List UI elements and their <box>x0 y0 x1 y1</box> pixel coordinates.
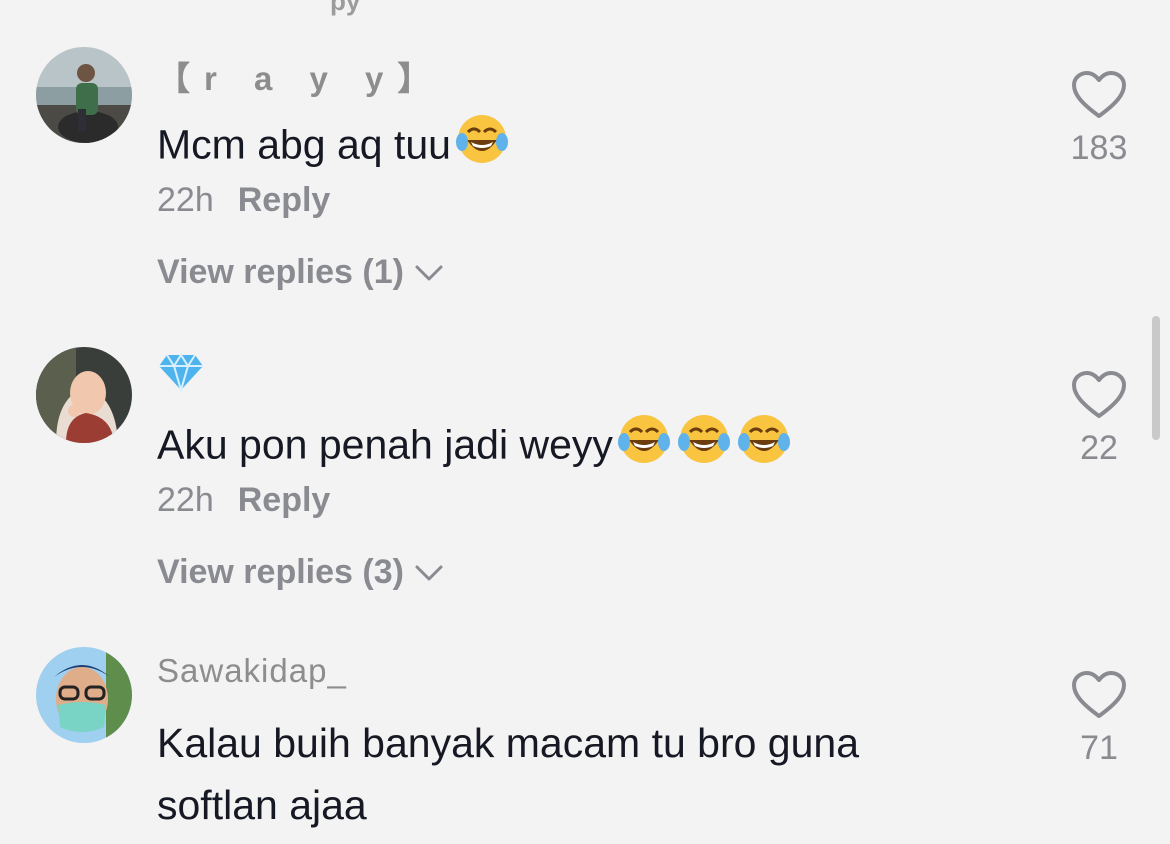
like-count: 71 <box>1080 729 1118 767</box>
comment-item: 【r a y y】 Mcm abg aq tuu 22h Reply View r… <box>0 0 1150 300</box>
avatar[interactable] <box>36 47 132 143</box>
timestamp: 22h <box>157 181 214 219</box>
face-with-tears-of-joy-icon <box>456 115 508 163</box>
comment-item: 💎 Aku pon penah jadi weyy <box>0 300 1150 600</box>
comment-text: Mcm abg aq tuu <box>157 112 957 183</box>
view-replies-button[interactable]: View replies (1) <box>157 253 444 292</box>
heart-outline-icon <box>1072 371 1126 418</box>
avatar-photo <box>36 647 132 743</box>
timestamp: 22h <box>157 481 214 519</box>
like-button[interactable]: 22 <box>1066 370 1132 468</box>
like-count: 22 <box>1080 429 1118 467</box>
face-with-tears-of-joy-icon <box>617 415 790 463</box>
avatar-photo <box>36 347 132 443</box>
comment-text-content: Aku pon penah jadi weyy <box>157 421 613 468</box>
chevron-down-icon <box>415 565 443 580</box>
heart-outline-icon <box>1072 671 1126 718</box>
avatar-photo <box>36 47 132 143</box>
view-replies-button[interactable]: View replies (3) <box>157 553 444 592</box>
view-replies-label: View replies (1) <box>157 253 404 291</box>
view-replies-label: View replies (3) <box>157 553 404 591</box>
comment-text: Aku pon penah jadi weyy <box>157 412 957 483</box>
like-count: 183 <box>1070 129 1128 167</box>
reply-button[interactable]: Reply <box>238 481 331 519</box>
username[interactable]: Sawakidap_ <box>157 652 347 690</box>
chevron-down-icon <box>415 265 443 280</box>
comment-item: Sawakidap_ Kalau buih banyak macam tu br… <box>0 600 1150 844</box>
gem-icon <box>159 353 203 394</box>
username[interactable]: 【r a y y】 <box>157 52 444 100</box>
like-button[interactable]: 71 <box>1066 670 1132 768</box>
avatar[interactable] <box>36 647 132 743</box>
username[interactable]: 💎 <box>157 352 205 400</box>
emoji-group <box>617 412 793 483</box>
reply-button[interactable]: Reply <box>238 181 331 219</box>
emoji-group <box>455 112 509 183</box>
avatar[interactable] <box>36 347 132 443</box>
comment-meta: 22h Reply <box>157 181 330 220</box>
like-button[interactable]: 183 <box>1066 70 1132 168</box>
scrollbar[interactable] <box>1152 316 1160 440</box>
comments-screen: py 【r a y y】 Mcm abg aq tuu 22h Reply Vi… <box>0 0 1170 844</box>
comment-text: Kalau buih banyak macam tu bro guna soft… <box>157 720 860 828</box>
comment-text-content: Mcm abg aq tuu <box>157 121 451 168</box>
heart-outline-icon <box>1072 71 1126 118</box>
comment-meta: 22h Reply <box>157 481 330 520</box>
